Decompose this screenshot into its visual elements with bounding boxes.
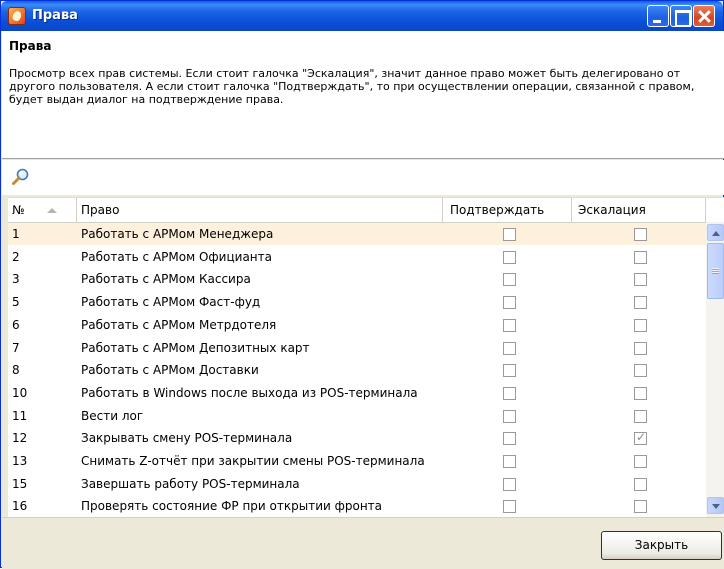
escalation-checkbox[interactable] bbox=[634, 386, 647, 400]
row-right-name: Работать с АРМом Официанта bbox=[81, 249, 272, 264]
grid-header: № Право Подтверждать Эскалация bbox=[8, 198, 724, 223]
window-title: Права bbox=[32, 8, 78, 23]
row-right-name: Снимать Z-отчёт при закрытии смены POS-т… bbox=[81, 454, 425, 468]
minimize-button[interactable] bbox=[647, 5, 669, 27]
column-header-confirm[interactable]: Подтверждать bbox=[443, 198, 572, 223]
table-row[interactable]: 2 Работать с АРМом Официанта bbox=[8, 246, 706, 268]
confirm-checkbox[interactable] bbox=[503, 296, 516, 310]
table-row[interactable]: 12 Закрывать смену POS-терминала bbox=[8, 427, 706, 449]
escalation-checkbox[interactable] bbox=[634, 430, 647, 446]
escalation-checkbox[interactable] bbox=[634, 409, 647, 423]
table-row[interactable]: 6 Работать с АРМом Метрдотеля bbox=[8, 314, 706, 336]
title-bar[interactable]: Права bbox=[1, 1, 723, 31]
rights-grid: № Право Подтверждать Эскалация 1 Работать… bbox=[8, 197, 724, 517]
confirm-checkbox[interactable] bbox=[503, 273, 516, 287]
escalation-checkbox[interactable] bbox=[634, 455, 647, 468]
row-right-name: Работать с АРМом Фаст-фуд bbox=[81, 295, 261, 310]
confirm-checkbox[interactable] bbox=[503, 409, 516, 423]
table-row[interactable]: 7 Работать с АРМом Депозитных карт bbox=[8, 337, 706, 359]
confirm-checkbox[interactable] bbox=[503, 477, 516, 491]
table-row[interactable]: 11 Вести лог bbox=[8, 405, 706, 427]
row-number: 16 bbox=[12, 499, 28, 514]
row-right-name: Проверять состояние ФР при открытии фрон… bbox=[81, 499, 383, 514]
table-row[interactable]: 15 Завершать работу POS-терминала bbox=[8, 473, 706, 495]
confirm-checkbox[interactable] bbox=[503, 432, 516, 446]
row-number: 2 bbox=[12, 249, 20, 264]
row-number: 6 bbox=[12, 317, 20, 332]
table-row[interactable]: 13 Снимать Z-отчёт при закрытии смены POS… bbox=[8, 450, 706, 472]
row-number: 10 bbox=[12, 385, 28, 400]
header-title: Права bbox=[9, 39, 52, 53]
column-header-escalation[interactable]: Эскалация bbox=[572, 198, 706, 223]
row-number: 5 bbox=[12, 295, 20, 310]
column-header-escalation-label: Эскалация bbox=[578, 203, 646, 217]
row-right-name: Работать с АРМом Кассира bbox=[81, 272, 251, 287]
toolbar bbox=[2, 160, 724, 195]
confirm-checkbox[interactable] bbox=[503, 364, 516, 378]
escalation-checkbox[interactable] bbox=[634, 273, 647, 287]
table-row[interactable]: 1 Работать с АРМом Менеджера bbox=[8, 223, 706, 245]
row-number: 8 bbox=[12, 363, 20, 378]
confirm-checkbox[interactable] bbox=[503, 318, 516, 332]
search-icon[interactable] bbox=[11, 167, 31, 187]
table-row[interactable]: 16 Проверять состояние ФР при открытии фр… bbox=[8, 495, 706, 517]
row-right-name: Работать в Windows после выхода из POS-т… bbox=[81, 385, 418, 400]
row-right-name: Работать с АРМом Метрдотеля bbox=[81, 317, 277, 332]
row-number: 1 bbox=[12, 227, 20, 241]
confirm-checkbox[interactable] bbox=[503, 228, 516, 241]
table-row[interactable]: 8 Работать с АРМом Доставки bbox=[8, 359, 706, 381]
escalation-checkbox[interactable] bbox=[634, 296, 647, 310]
escalation-checkbox[interactable] bbox=[634, 500, 647, 514]
escalation-checkbox[interactable] bbox=[634, 318, 647, 332]
confirm-checkbox[interactable] bbox=[503, 341, 516, 355]
row-right-name: Работать с АРМом Депозитных карт bbox=[81, 340, 310, 355]
row-number: 15 bbox=[12, 476, 28, 491]
column-header-confirm-label: Подтверждать bbox=[450, 203, 545, 217]
header-description: Просмотр всех прав системы. Если стоит г… bbox=[9, 67, 695, 106]
row-number: 7 bbox=[12, 340, 20, 355]
column-header-no-label: № bbox=[12, 203, 25, 217]
row-right-name: Закрывать смену POS-терминала bbox=[81, 431, 293, 446]
escalation-checkbox[interactable] bbox=[634, 228, 647, 241]
row-right-name: Вести лог bbox=[81, 408, 144, 423]
row-right-name: Работать с АРМом Менеджера bbox=[81, 227, 274, 241]
confirm-checkbox[interactable] bbox=[503, 500, 516, 514]
table-row[interactable]: 10 Работать в Windows после выхода из POS… bbox=[8, 382, 706, 404]
row-number: 11 bbox=[12, 408, 28, 423]
row-number: 13 bbox=[12, 454, 28, 468]
table-row[interactable]: 3 Работать с АРМом Кассира bbox=[8, 268, 706, 290]
close-window-button[interactable] bbox=[693, 5, 715, 27]
row-right-name: Завершать работу POS-терминала bbox=[81, 476, 300, 491]
sort-ascending-icon bbox=[47, 208, 57, 213]
close-button[interactable]: Закрыть bbox=[601, 531, 722, 560]
row-number: 3 bbox=[12, 272, 20, 287]
escalation-checkbox[interactable] bbox=[634, 250, 647, 264]
scroll-thumb[interactable] bbox=[707, 243, 724, 299]
vertical-scrollbar[interactable] bbox=[706, 222, 724, 517]
escalation-checkbox[interactable] bbox=[634, 477, 647, 491]
rights-window: Права Права Просмотр всех прав системы. … bbox=[0, 0, 724, 569]
row-number: 12 bbox=[12, 431, 28, 446]
maximize-button[interactable] bbox=[670, 5, 692, 27]
column-header-right[interactable]: Право bbox=[77, 198, 443, 223]
escalation-checkbox[interactable] bbox=[634, 364, 647, 378]
confirm-checkbox[interactable] bbox=[503, 250, 516, 264]
column-header-no[interactable]: № bbox=[8, 198, 77, 223]
confirm-checkbox[interactable] bbox=[503, 455, 516, 468]
scroll-down-button[interactable] bbox=[707, 497, 724, 514]
table-row[interactable]: 5 Работать с АРМом Фаст-фуд bbox=[8, 291, 706, 313]
app-icon bbox=[8, 7, 26, 25]
scroll-up-button[interactable] bbox=[707, 224, 724, 241]
confirm-checkbox[interactable] bbox=[503, 386, 516, 400]
row-right-name: Работать с АРМом Доставки bbox=[81, 363, 259, 378]
column-header-right-label: Право bbox=[81, 203, 120, 217]
escalation-checkbox[interactable] bbox=[634, 341, 647, 355]
